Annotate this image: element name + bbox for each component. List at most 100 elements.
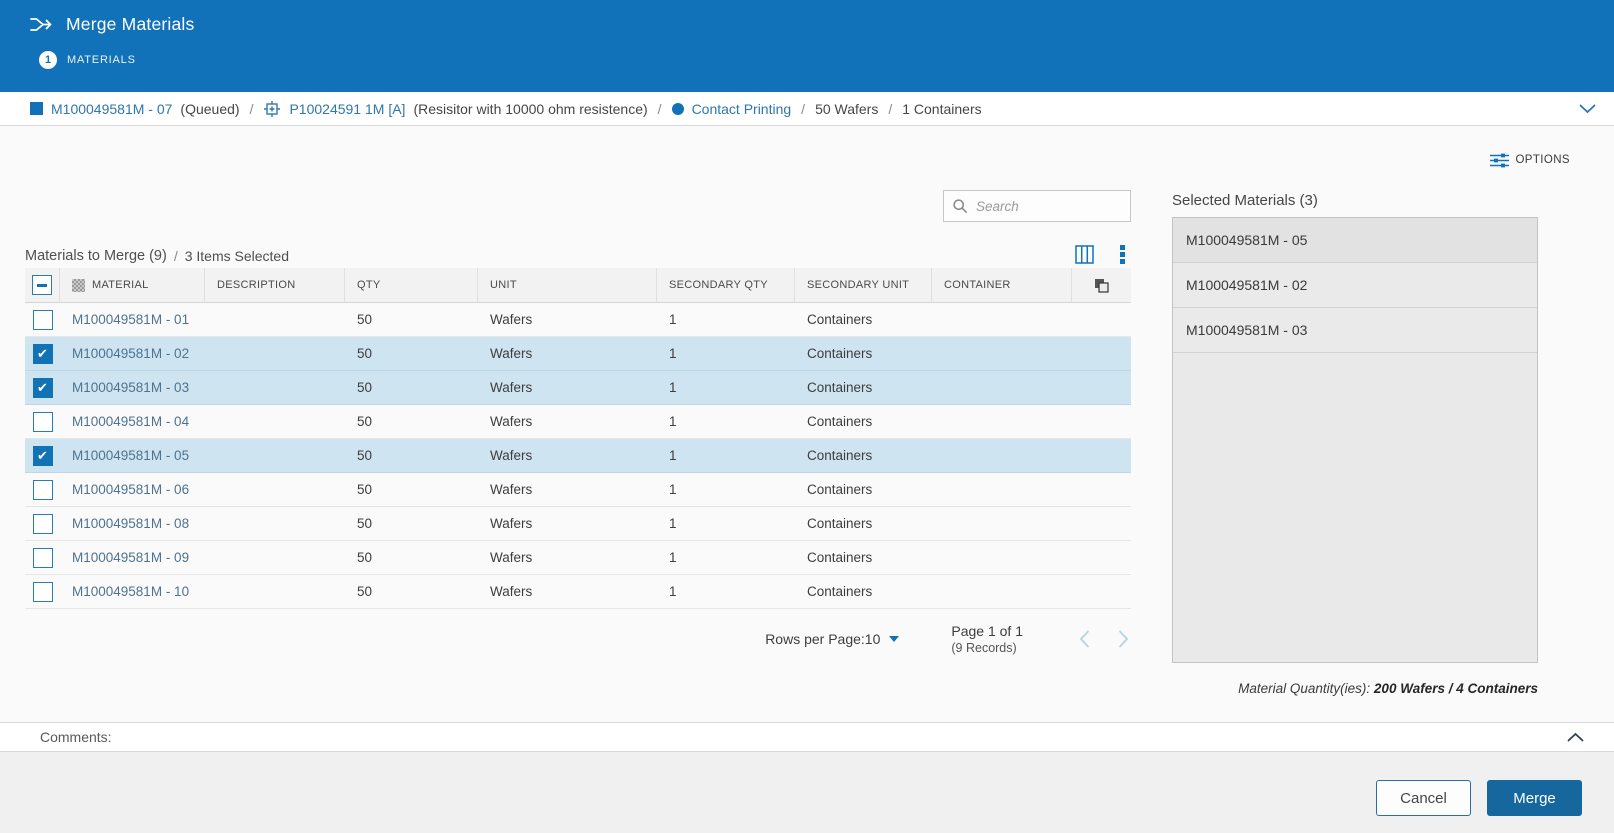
search-box bbox=[943, 190, 1131, 222]
context-step-link[interactable]: Contact Printing bbox=[692, 101, 792, 117]
unit-cell: Wafers bbox=[478, 550, 657, 565]
table-row[interactable]: M100049581M - 06 50 Wafers 1 Containers bbox=[25, 473, 1131, 507]
column-header-secondary-unit[interactable]: SECONDARY UNIT bbox=[795, 268, 932, 302]
table-row[interactable]: M100049581M - 04 50 Wafers 1 Containers bbox=[25, 405, 1131, 439]
selected-material-item[interactable]: M100049581M - 02 bbox=[1173, 263, 1537, 308]
row-checkbox[interactable] bbox=[33, 412, 53, 432]
app-header: Merge Materials 1 MATERIALS bbox=[0, 0, 1614, 92]
context-material-link[interactable]: M100049581M - 07 bbox=[51, 101, 172, 117]
qty-cell: 50 bbox=[345, 482, 478, 497]
column-header-qty[interactable]: QTY bbox=[345, 268, 478, 302]
table-row[interactable]: M100049581M - 03 50 Wafers 1 Containers bbox=[25, 371, 1131, 405]
context-material-state: (Queued) bbox=[180, 101, 239, 117]
material-link[interactable]: M100049581M - 09 bbox=[72, 550, 189, 565]
secondary-qty-cell: 1 bbox=[657, 380, 795, 395]
context-product-link[interactable]: P10024591 1M [A] bbox=[289, 101, 405, 117]
table-row[interactable]: M100049581M - 01 50 Wafers 1 Containers bbox=[25, 303, 1131, 337]
table-row[interactable]: M100049581M - 08 50 Wafers 1 Containers bbox=[25, 507, 1131, 541]
secondary-unit-cell: Containers bbox=[795, 550, 932, 565]
qty-cell: 50 bbox=[345, 448, 478, 463]
unit-cell: Wafers bbox=[478, 482, 657, 497]
secondary-unit-cell: Containers bbox=[795, 312, 932, 327]
table-row[interactable]: M100049581M - 02 50 Wafers 1 Containers bbox=[25, 337, 1131, 371]
selection-info: 3 Items Selected bbox=[185, 248, 289, 264]
merge-button[interactable]: Merge bbox=[1487, 780, 1582, 816]
column-header-secondary-qty[interactable]: SECONDARY QTY bbox=[657, 268, 795, 302]
expand-context-chevron-down-icon[interactable] bbox=[1579, 104, 1596, 114]
material-link[interactable]: M100049581M - 10 bbox=[72, 584, 189, 599]
rows-per-page-dropdown[interactable]: Rows per Page:10 bbox=[765, 631, 899, 647]
context-bar: M100049581M - 07 (Queued) / P10024591 1M… bbox=[0, 92, 1614, 126]
unit-cell: Wafers bbox=[478, 346, 657, 361]
row-checkbox[interactable] bbox=[33, 344, 53, 364]
page-info: Page 1 of 1 bbox=[951, 623, 1023, 639]
step-label: MATERIALS bbox=[67, 54, 136, 66]
row-checkbox[interactable] bbox=[33, 446, 53, 466]
merge-icon bbox=[30, 15, 54, 34]
material-link[interactable]: M100049581M - 08 bbox=[72, 516, 189, 531]
table-row[interactable]: M100049581M - 10 50 Wafers 1 Containers bbox=[25, 575, 1131, 609]
pagination-bar: Rows per Page:10 Page 1 of 1 (9 Records) bbox=[25, 623, 1131, 655]
unit-cell: Wafers bbox=[478, 516, 657, 531]
selected-materials-list: M100049581M - 05 M100049581M - 02 M10004… bbox=[1172, 217, 1538, 663]
selected-material-item[interactable]: M100049581M - 03 bbox=[1173, 308, 1537, 353]
qty-cell: 50 bbox=[345, 346, 478, 361]
material-link[interactable]: M100049581M - 05 bbox=[72, 448, 189, 463]
comments-section: Comments: bbox=[0, 722, 1614, 752]
grid-menu-kebab-icon[interactable] bbox=[1120, 245, 1125, 264]
unit-cell: Wafers bbox=[478, 448, 657, 463]
previous-page-chevron-icon[interactable] bbox=[1079, 630, 1090, 648]
column-header-container[interactable]: CONTAINER bbox=[932, 268, 1072, 302]
secondary-unit-cell: Containers bbox=[795, 414, 932, 429]
row-checkbox[interactable] bbox=[33, 548, 53, 568]
action-footer: Cancel Merge bbox=[0, 752, 1614, 833]
column-settings-icon[interactable] bbox=[1075, 245, 1094, 264]
row-checkbox[interactable] bbox=[33, 310, 53, 330]
selected-materials-title: Selected Materials (3) bbox=[1172, 192, 1538, 209]
selected-material-item[interactable]: M100049581M - 05 bbox=[1173, 218, 1537, 263]
row-checkbox[interactable] bbox=[33, 582, 53, 602]
secondary-qty-cell: 1 bbox=[657, 482, 795, 497]
wizard-step-materials[interactable]: 1 MATERIALS bbox=[39, 51, 1614, 69]
column-header-material[interactable]: MATERIAL bbox=[60, 268, 205, 302]
options-sliders-icon[interactable] bbox=[1490, 153, 1509, 168]
collapse-comments-chevron-up-icon[interactable] bbox=[1567, 732, 1584, 742]
context-separator: / bbox=[248, 101, 256, 117]
next-page-chevron-icon[interactable] bbox=[1118, 630, 1129, 648]
secondary-qty-cell: 1 bbox=[657, 584, 795, 599]
summary-value: 200 Wafers / 4 Containers bbox=[1374, 681, 1538, 696]
secondary-qty-cell: 1 bbox=[657, 516, 795, 531]
cancel-button[interactable]: Cancel bbox=[1376, 780, 1471, 816]
secondary-qty-cell: 1 bbox=[657, 550, 795, 565]
step-number-badge: 1 bbox=[39, 51, 57, 69]
secondary-qty-cell: 1 bbox=[657, 414, 795, 429]
material-link[interactable]: M100049581M - 01 bbox=[72, 312, 189, 327]
table-row[interactable]: M100049581M - 05 50 Wafers 1 Containers bbox=[25, 439, 1131, 473]
row-checkbox[interactable] bbox=[33, 480, 53, 500]
records-info: (9 Records) bbox=[951, 641, 1023, 655]
select-all-checkbox[interactable] bbox=[32, 275, 52, 295]
options-button[interactable]: OPTIONS bbox=[1515, 154, 1570, 166]
secondary-unit-cell: Containers bbox=[795, 448, 932, 463]
unit-cell: Wafers bbox=[478, 380, 657, 395]
comments-label: Comments: bbox=[40, 729, 112, 745]
row-checkbox[interactable] bbox=[33, 514, 53, 534]
context-containers: 1 Containers bbox=[902, 101, 981, 117]
summary-label: Material Quantity(ies): bbox=[1238, 681, 1374, 696]
secondary-qty-cell: 1 bbox=[657, 448, 795, 463]
secondary-unit-cell: Containers bbox=[795, 346, 932, 361]
context-quantity: 50 Wafers bbox=[815, 101, 878, 117]
secondary-unit-cell: Containers bbox=[795, 482, 932, 497]
material-link[interactable]: M100049581M - 02 bbox=[72, 346, 189, 361]
column-header-description[interactable]: DESCRIPTION bbox=[205, 268, 345, 302]
material-link[interactable]: M100049581M - 06 bbox=[72, 482, 189, 497]
copy-rows-icon[interactable] bbox=[1094, 278, 1109, 293]
material-quantity-summary: Material Quantity(ies): 200 Wafers / 4 C… bbox=[1172, 681, 1538, 696]
table-row[interactable]: M100049581M - 09 50 Wafers 1 Containers bbox=[25, 541, 1131, 575]
material-link[interactable]: M100049581M - 03 bbox=[72, 380, 189, 395]
column-header-unit[interactable]: UNIT bbox=[478, 268, 657, 302]
row-checkbox[interactable] bbox=[33, 378, 53, 398]
search-input[interactable] bbox=[976, 199, 1116, 214]
material-link[interactable]: M100049581M - 04 bbox=[72, 414, 189, 429]
context-separator: / bbox=[799, 101, 807, 117]
